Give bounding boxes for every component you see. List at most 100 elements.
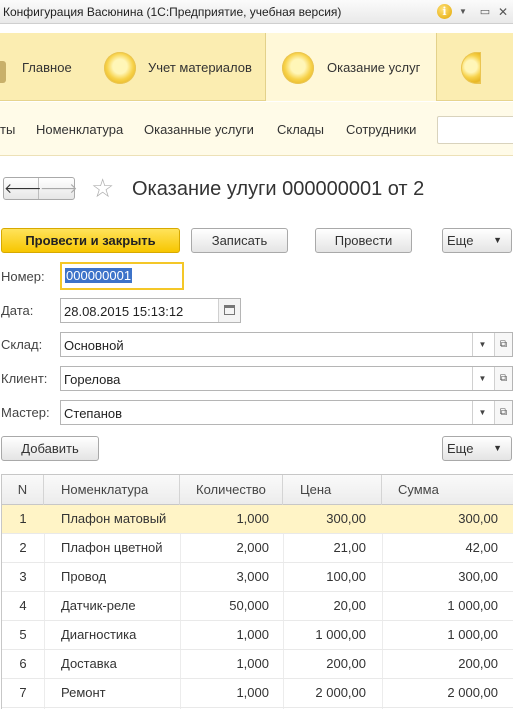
calendar-icon[interactable] <box>218 299 240 322</box>
table-cell-item: Доставка <box>61 656 117 671</box>
window-title: Конфигурация Васюнина (1С:Предприятие, у… <box>3 5 342 19</box>
table-row[interactable]: 1 Плафон матовый 1,000 300,00 300,00 <box>2 505 513 534</box>
table-cell-qty: 2,000 <box>236 540 269 555</box>
table-row[interactable]: 6 Доставка 1,000 200,00 200,00 <box>2 650 513 679</box>
table-cell-item: Диагностика <box>61 627 137 642</box>
section-services[interactable]: Оказание услуг <box>265 33 437 101</box>
table-cell-n: 2 <box>19 540 27 555</box>
info-icon[interactable]: i <box>437 4 452 19</box>
nav-item-employees[interactable]: Сотрудники <box>346 122 416 137</box>
master-value: Степанов <box>64 406 123 421</box>
back-arrow-icon[interactable]: 🡐 <box>4 178 42 199</box>
table-cell-price: 100,00 <box>326 569 366 584</box>
date-field[interactable]: 28.08.2015 15:13:12 <box>60 298 241 323</box>
document-title: Оказание улуги 000000001 от 2 <box>132 178 425 200</box>
table-more-button[interactable]: Еще ▼ <box>442 436 512 461</box>
master-field[interactable]: Степанов ▼ ⧉ <box>60 400 513 425</box>
number-field[interactable]: 000000001 <box>60 262 184 290</box>
dropdown-arrow-icon[interactable]: ▼ <box>455 4 471 20</box>
chevron-down-icon: ▼ <box>493 443 502 453</box>
nav-item-nomenclature[interactable]: Номенклатура <box>36 122 123 137</box>
table-row[interactable]: 4 Датчик-реле 50,000 20,00 1 000,00 <box>2 592 513 621</box>
table-cell-price: 300,00 <box>326 511 366 526</box>
add-row-button[interactable]: Добавить <box>1 436 99 461</box>
table-cell-item: Плафон матовый <box>61 511 167 526</box>
client-open-icon[interactable]: ⧉ <box>494 367 512 390</box>
column-header-nomenclature[interactable]: Номенклатура <box>44 475 180 505</box>
column-header-sum[interactable]: Сумма <box>382 475 513 505</box>
table-cell-n: 1 <box>19 511 27 526</box>
table-cell-qty: 1,000 <box>236 627 269 642</box>
table-cell-n: 7 <box>19 685 27 700</box>
save-button[interactable]: Записать <box>191 228 288 253</box>
nav-item-services-rendered[interactable]: Оказанные услуги <box>144 122 254 137</box>
materials-section-icon <box>104 52 136 84</box>
forward-arrow-icon[interactable]: 🡒 <box>40 178 78 199</box>
column-header-n[interactable]: N <box>2 475 44 505</box>
table-row[interactable]: 5 Диагностика 1,000 1 000,00 1 000,00 <box>2 621 513 650</box>
table-cell-sum: 1 000,00 <box>447 627 498 642</box>
table-cell-price: 21,00 <box>333 540 366 555</box>
table-cell-n: 3 <box>19 569 27 584</box>
table-cell-n: 4 <box>19 598 27 613</box>
chevron-down-icon: ▼ <box>493 235 502 245</box>
nav-item-warehouses[interactable]: Склады <box>277 122 324 137</box>
table-header: N Номенклатура Количество Цена Сумма <box>2 475 513 505</box>
more-actions-button[interactable]: Еще ▼ <box>442 228 512 253</box>
table-cell-item: Ремонт <box>61 685 106 700</box>
table-cell-qty: 1,000 <box>236 511 269 526</box>
nav-item-truncated[interactable]: ты <box>0 122 15 137</box>
section-materials[interactable]: Учет материалов <box>88 33 264 101</box>
minimize-icon[interactable]: ▭ <box>477 4 493 20</box>
section-main[interactable]: Главное <box>0 33 88 101</box>
table-cell-price: 2 000,00 <box>315 685 366 700</box>
services-section-icon <box>282 52 314 84</box>
table-cell-sum: 2 000,00 <box>447 685 498 700</box>
more-section-icon[interactable] <box>461 52 481 84</box>
table-cell-price: 20,00 <box>333 598 366 613</box>
warehouse-label: Склад: <box>1 337 43 352</box>
warehouse-dropdown-icon[interactable]: ▼ <box>472 333 492 356</box>
client-field[interactable]: Горелова ▼ ⧉ <box>60 366 513 391</box>
warehouse-value: Основной <box>64 338 124 353</box>
master-open-icon[interactable]: ⧉ <box>494 401 512 424</box>
table-cell-sum: 300,00 <box>458 569 498 584</box>
warehouse-open-icon[interactable]: ⧉ <box>494 333 512 356</box>
date-label: Дата: <box>1 303 34 318</box>
table-cell-price: 200,00 <box>326 656 366 671</box>
close-icon[interactable]: ✕ <box>495 4 511 20</box>
post-and-close-button[interactable]: Провести и закрыть <box>1 228 180 253</box>
table-cell-qty: 50,000 <box>229 598 269 613</box>
section-main-label: Главное <box>22 60 72 75</box>
column-header-price[interactable]: Цена <box>283 475 382 505</box>
table-cell-item: Провод <box>61 569 107 584</box>
table-cell-qty: 1,000 <box>236 685 269 700</box>
column-header-quantity[interactable]: Количество <box>180 475 283 505</box>
nav-search-field[interactable] <box>437 116 513 144</box>
favorite-star-icon[interactable]: ☆ <box>91 174 114 202</box>
table-cell-qty: 3,000 <box>236 569 269 584</box>
master-dropdown-icon[interactable]: ▼ <box>472 401 492 424</box>
services-table: N Номенклатура Количество Цена Сумма 1 Пл… <box>1 474 513 709</box>
number-label: Номер: <box>1 269 45 284</box>
number-value: 000000001 <box>65 268 133 283</box>
table-cell-price: 1 000,00 <box>315 627 366 642</box>
master-label: Мастер: <box>1 405 50 420</box>
post-button[interactable]: Провести <box>315 228 412 253</box>
window-titlebar: Конфигурация Васюнина (1С:Предприятие, у… <box>0 0 513 24</box>
table-more-label: Еще <box>447 441 474 456</box>
table-row[interactable]: 7 Ремонт 1,000 2 000,00 2 000,00 <box>2 679 513 708</box>
table-row[interactable]: 2 Плафон цветной 2,000 21,00 42,00 <box>2 534 513 563</box>
table-cell-sum: 1 000,00 <box>447 598 498 613</box>
table-row[interactable]: 3 Провод 3,000 100,00 300,00 <box>2 563 513 592</box>
warehouse-field[interactable]: Основной ▼ ⧉ <box>60 332 513 357</box>
section-materials-label: Учет материалов <box>148 60 252 75</box>
history-buttons: 🡐 🡒 <box>3 177 78 200</box>
client-dropdown-icon[interactable]: ▼ <box>472 367 492 390</box>
section-services-label: Оказание услуг <box>327 60 421 75</box>
table-cell-item: Датчик-реле <box>61 598 136 613</box>
navigation-panel: ты Номенклатура Оказанные услуги Склады … <box>0 102 513 156</box>
date-value: 28.08.2015 15:13:12 <box>64 304 184 319</box>
more-actions-label: Еще <box>447 233 474 248</box>
table-cell-n: 6 <box>19 656 27 671</box>
